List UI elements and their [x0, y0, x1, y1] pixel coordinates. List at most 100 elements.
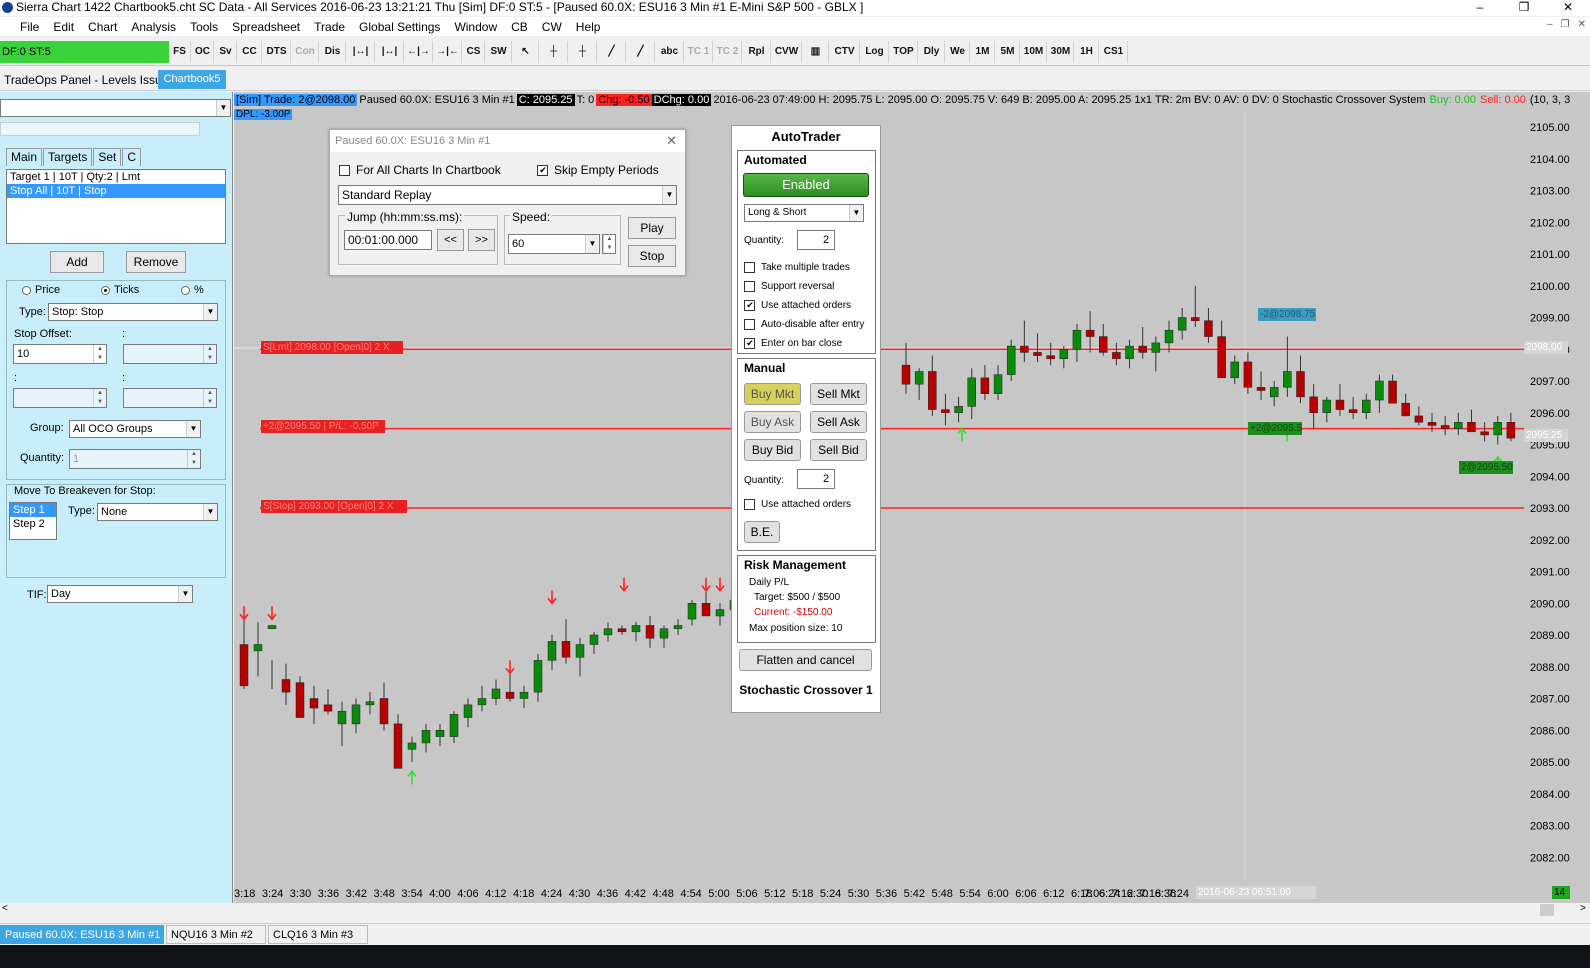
speed-select[interactable]: 60 ▼: [508, 234, 600, 254]
minimize-button[interactable]: –: [1458, 0, 1502, 16]
add-target-button[interactable]: Add: [50, 251, 104, 273]
menu-edit[interactable]: Edit: [46, 20, 81, 34]
toolbar-button-26[interactable]: TOP: [890, 41, 918, 63]
list-item[interactable]: Stop All | 10T | Stop: [7, 184, 225, 198]
menu-chart[interactable]: Chart: [81, 20, 124, 34]
toolbar-button-17[interactable]: ╱: [627, 41, 655, 63]
breakeven-button[interactable]: B.E.: [744, 521, 780, 543]
auto-option-checkbox[interactable]: Use attached orders: [744, 300, 851, 311]
scroll-right-icon[interactable]: >: [1580, 903, 1586, 914]
position-label[interactable]: +2@2095.50 | P/L: -0.50P: [261, 420, 385, 433]
speed-spin[interactable]: ▲ ▼: [602, 234, 616, 254]
toolbar-button-31[interactable]: 10M: [1021, 41, 1047, 63]
jump-back-button[interactable]: <<: [437, 229, 464, 251]
toolbar-button-34[interactable]: CS1: [1100, 41, 1128, 63]
remove-target-button[interactable]: Remove: [126, 251, 186, 273]
stop-button[interactable]: Stop: [628, 245, 676, 267]
menu-spreadsheet[interactable]: Spreadsheet: [225, 20, 307, 34]
menu-file[interactable]: File: [0, 20, 46, 34]
type-select[interactable]: Stop: Stop ▼: [48, 303, 218, 321]
toolbar-button-9[interactable]: ←|→: [405, 41, 433, 63]
radio-price[interactable]: Price: [22, 284, 60, 296]
mdi-controls[interactable]: – ❐ ✕: [1547, 19, 1590, 30]
auto-option-checkbox[interactable]: Auto-disable after entry: [744, 319, 864, 330]
toolbar-button-32[interactable]: 30M: [1048, 41, 1074, 63]
direction-select[interactable]: Long & Short ▼: [744, 204, 864, 222]
play-button[interactable]: Play: [628, 217, 676, 239]
buy-bid-button[interactable]: Buy Bid: [744, 439, 801, 461]
replay-mode-select[interactable]: Standard Replay ▼: [338, 185, 677, 205]
toolbar-button-29[interactable]: 1M: [971, 41, 995, 63]
toolbar-button-0[interactable]: FS: [169, 41, 191, 63]
manual-quantity-input[interactable]: 2: [797, 469, 835, 489]
spin-arrows-icon[interactable]: ▲ ▼: [93, 345, 106, 363]
manual-attached-checkbox[interactable]: Use attached orders: [744, 499, 851, 510]
tab-chartbook5[interactable]: Chartbook5: [158, 70, 226, 89]
toolbar-button-22[interactable]: CVW: [772, 41, 802, 63]
list-item[interactable]: Step 1: [10, 503, 56, 517]
menu-cb[interactable]: CB: [504, 20, 535, 34]
limit-order-label[interactable]: S[Lmt] 2098.00 [Open|0] 2 X: [261, 341, 403, 354]
toolbar-button-14[interactable]: ┼: [540, 41, 568, 63]
menu-global-settings[interactable]: Global Settings: [352, 20, 447, 34]
scroll-thumb[interactable]: [1540, 904, 1554, 916]
toolbar-button-23[interactable]: ▥: [803, 41, 829, 63]
flatten-cancel-button[interactable]: Flatten and cancel: [739, 649, 872, 671]
toolbar-button-16[interactable]: ╱: [598, 41, 626, 63]
group-select[interactable]: All OCO Groups ▼: [69, 420, 201, 438]
auto-option-checkbox[interactable]: Take multiple trades: [744, 262, 850, 273]
menu-trade[interactable]: Trade: [307, 20, 352, 34]
radio-ticks[interactable]: Ticks: [101, 284, 139, 296]
sell-ask-button[interactable]: Sell Ask: [810, 411, 867, 433]
toolbar-button-28[interactable]: We: [946, 41, 970, 63]
enabled-toggle[interactable]: Enabled: [743, 173, 869, 197]
toolbar-button-10[interactable]: →|←: [434, 41, 462, 63]
restore-button[interactable]: ❐: [1502, 0, 1546, 16]
stop-order-label[interactable]: S[Stop] 2093.00 [Open|0] 2 X: [261, 500, 407, 513]
sell-mkt-button[interactable]: Sell Mkt: [810, 383, 867, 405]
jump-forward-button[interactable]: >>: [468, 229, 495, 251]
scroll-left-icon[interactable]: <: [2, 903, 8, 914]
toolbar-button-4[interactable]: DTS: [263, 41, 291, 63]
close-button[interactable]: ✕: [1546, 0, 1590, 16]
spin-arrows-icon[interactable]: ▲ ▼: [603, 235, 615, 253]
toolbar-button-2[interactable]: Sv: [215, 41, 237, 63]
stop-offset-stepper[interactable]: 10 ▲ ▼: [13, 344, 107, 364]
list-item[interactable]: Step 2: [10, 517, 56, 531]
auto-option-checkbox[interactable]: Support reversal: [744, 281, 834, 292]
auto-option-checkbox[interactable]: Enter on bar close: [744, 338, 842, 349]
menu-analysis[interactable]: Analysis: [124, 20, 183, 34]
steps-list[interactable]: Step 1 Step 2: [9, 502, 57, 540]
toolbar-button-19[interactable]: TC 1: [685, 41, 713, 63]
toolbar-button-11[interactable]: CS: [463, 41, 485, 63]
auto-quantity-input[interactable]: 2: [797, 230, 835, 250]
skip-empty-checkbox[interactable]: Skip Empty Periods: [537, 163, 659, 177]
list-item[interactable]: Target 1 | 10T | Qty:2 | Lmt: [7, 170, 225, 184]
sell-bid-button[interactable]: Sell Bid: [810, 439, 867, 461]
toolbar-button-6[interactable]: Dis: [320, 41, 346, 63]
menu-cw[interactable]: CW: [535, 20, 569, 34]
radio-percent[interactable]: %: [181, 284, 204, 296]
tab-main[interactable]: Main: [6, 148, 43, 166]
toolbar-button-15[interactable]: ┼: [569, 41, 597, 63]
chart-scrollbar[interactable]: < >: [0, 903, 1590, 917]
close-icon[interactable]: ✕: [666, 130, 677, 152]
toolbar-button-12[interactable]: SW: [486, 41, 512, 63]
buy-mkt-button[interactable]: Buy Mkt: [744, 383, 801, 405]
toolbar-button-7[interactable]: |↔|: [347, 41, 375, 63]
menu-window[interactable]: Window: [447, 20, 504, 34]
toolbar-button-33[interactable]: 1H: [1075, 41, 1099, 63]
toolbar-button-13[interactable]: ↖: [513, 41, 539, 63]
menu-help[interactable]: Help: [569, 20, 608, 34]
toolbar-button-24[interactable]: CTV: [830, 41, 860, 63]
toolbar-button-18[interactable]: abc: [656, 41, 684, 63]
tab-targets[interactable]: Targets: [43, 148, 93, 166]
tab-chart-2[interactable]: NQU16 3 Min #2: [166, 925, 266, 944]
menu-tools[interactable]: Tools: [183, 20, 225, 34]
toolbar-button-5[interactable]: Con: [292, 41, 319, 63]
toolbar-button-3[interactable]: CC: [238, 41, 262, 63]
tif-select[interactable]: Day ▼: [47, 585, 193, 603]
all-charts-checkbox[interactable]: For All Charts In Chartbook: [339, 163, 501, 177]
tab-c[interactable]: C: [122, 148, 142, 166]
tab-set[interactable]: Set: [93, 148, 122, 166]
